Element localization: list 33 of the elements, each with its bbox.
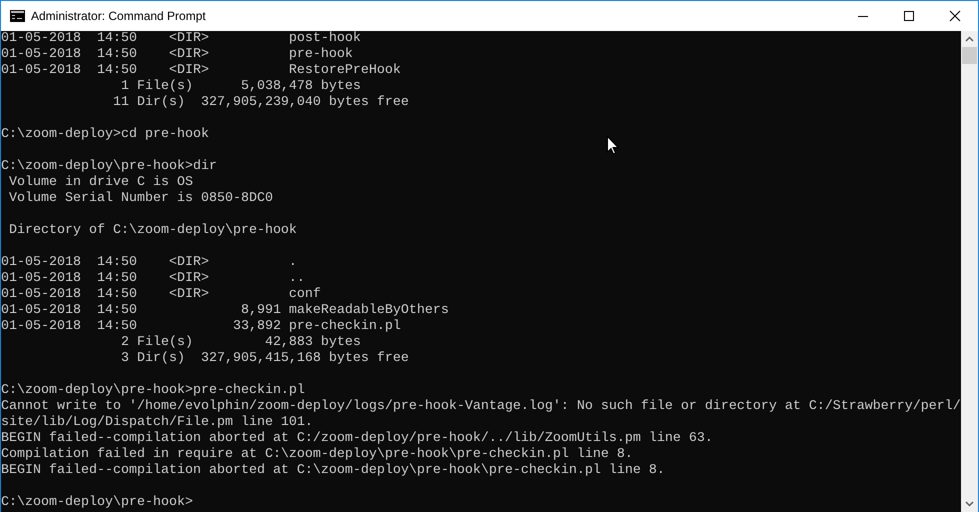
console-line: Cannot write to '/home/evolphin/zoom-deploy/logs/pre-hook-Vantage.log': No such file or directory at C:/Strawberry/perl/ <box>1 399 961 415</box>
console-line: Volume in drive C is OS <box>8 175 194 191</box>
console-line: site/lib/Log/Dispatch/File.pm line 101. <box>1 415 314 431</box>
console-line: 01-05-2018 14:50 8,991 makeReadableByOthers <box>1 303 450 319</box>
console-line: 2 File(s) 42,883 bytes <box>120 335 362 351</box>
console-line: C:\zoom-deploy>cd pre-hook <box>1 127 210 143</box>
console-line: 11 Dir(s) 327,905,239,040 bytes free <box>112 95 410 111</box>
console-app-icon <box>10 10 25 22</box>
console-line: 01-05-2018 14:50 <DIR> RestorePreHook <box>1 63 402 79</box>
scroll-down-icon[interactable] <box>965 501 974 507</box>
close-icon <box>949 10 961 22</box>
console-line: C:\zoom-deploy\pre-hook>dir <box>1 159 218 175</box>
maximize-icon <box>903 10 915 22</box>
console-line: 3 Dir(s) 327,905,415,168 bytes free <box>120 351 410 367</box>
console-line: C:\zoom-deploy\pre-hook>pre-checkin.pl <box>1 383 306 399</box>
console-line: 1 File(s) 5,038,478 bytes <box>120 79 362 95</box>
console-line: BEGIN failed--compilation aborted at C:/zoom-deploy/pre-hook/../lib/ZoomUtils.pm line 63. <box>1 431 714 447</box>
console-line: 01-05-2018 14:50 33,892 pre-checkin.pl <box>1 319 402 335</box>
scrollbar[interactable] <box>961 31 978 512</box>
console-line: 01-05-2018 14:50 <DIR> . <box>1 255 298 271</box>
scroll-up-icon[interactable] <box>965 36 974 42</box>
console-line: BEGIN failed--compilation aborted at C:\zoom-deploy\pre-hook\pre-checkin.pl line 8. <box>1 463 666 479</box>
console-line: 01-05-2018 14:50 <DIR> conf <box>1 287 322 303</box>
console-line: Compilation failed in require at C:\zoom-deploy\pre-hook\pre-checkin.pl line 8. <box>1 447 634 463</box>
console-line: 01-05-2018 14:50 <DIR> pre-hook <box>1 47 354 63</box>
console-line: 01-05-2018 14:50 <DIR> .. <box>1 271 306 287</box>
mouse-pointer-icon <box>607 136 619 155</box>
console-line: C:\zoom-deploy\pre-hook> <box>1 495 194 511</box>
console-line: Directory of C:\zoom-deploy\pre-hook <box>8 223 298 239</box>
console-line: Volume Serial Number is 0850-8DC0 <box>8 191 274 207</box>
console-line: 01-05-2018 14:50 <DIR> post-hook <box>1 31 362 47</box>
window-title: Administrator: Command Prompt <box>31 9 207 23</box>
scroll-thumb[interactable] <box>962 47 977 64</box>
